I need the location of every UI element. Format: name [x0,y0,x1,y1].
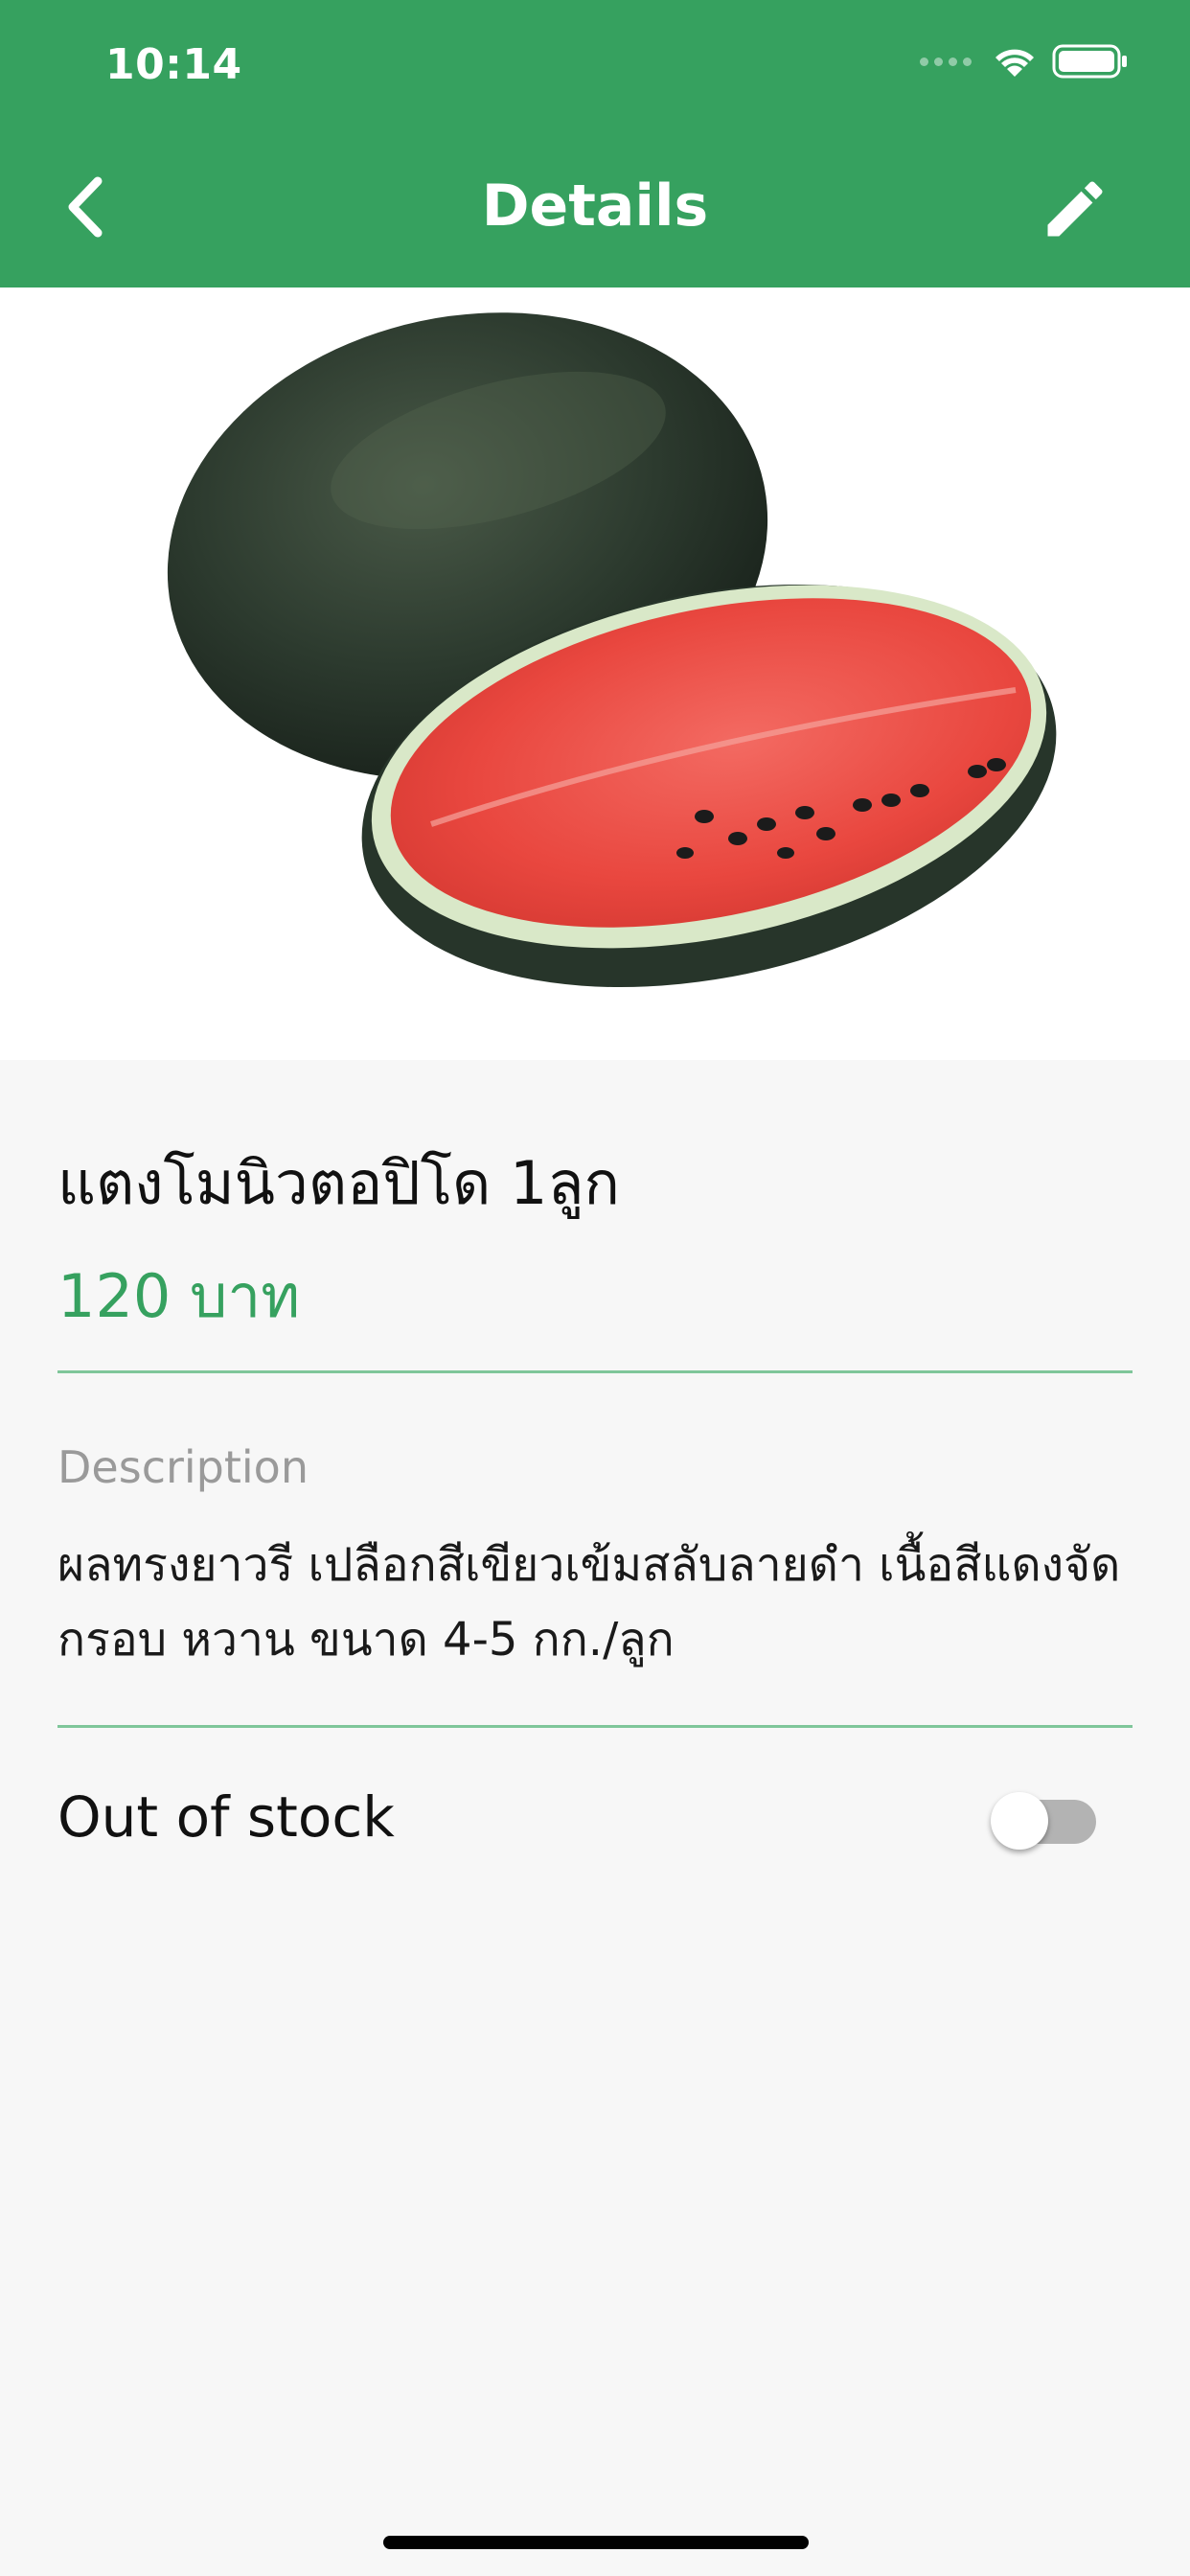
product-price: 120 บาท [57,1261,301,1331]
edit-button[interactable] [1037,171,1113,247]
cellular-signal-icon [920,57,972,66]
status-time: 10:14 [105,40,242,89]
description-line: กรอบ หวาน ขนาด 4-5 กก./ลูก [57,1613,675,1667]
home-indicator [383,2536,809,2549]
wifi-icon [995,49,1034,77]
battery-icon [1052,44,1127,79]
divider [57,1370,1133,1373]
product-name: แตงโมนิวตอปิโด 1ลูก [57,1148,620,1218]
description-text: ผลทรงยาวรี เปลือกสีเขียวเข้มสลับลายดำ เน… [57,1528,1133,1677]
out-of-stock-toggle[interactable] [991,1792,1096,1850]
toggle-knob [991,1792,1048,1850]
description-label: Description [57,1441,309,1493]
watermelon-image [167,312,1057,988]
out-of-stock-label: Out of stock [57,1784,395,1850]
description-line: ผลทรงยาวรี เปลือกสีเขียวเข้มสลับลายดำ เน… [57,1538,1121,1592]
app-header: 10:14 Details [0,0,1190,288]
pencil-icon [1047,181,1103,237]
divider [57,1725,1133,1728]
product-image [0,288,1190,1060]
page-title: Details [481,172,709,240]
status-icons [920,42,1129,80]
